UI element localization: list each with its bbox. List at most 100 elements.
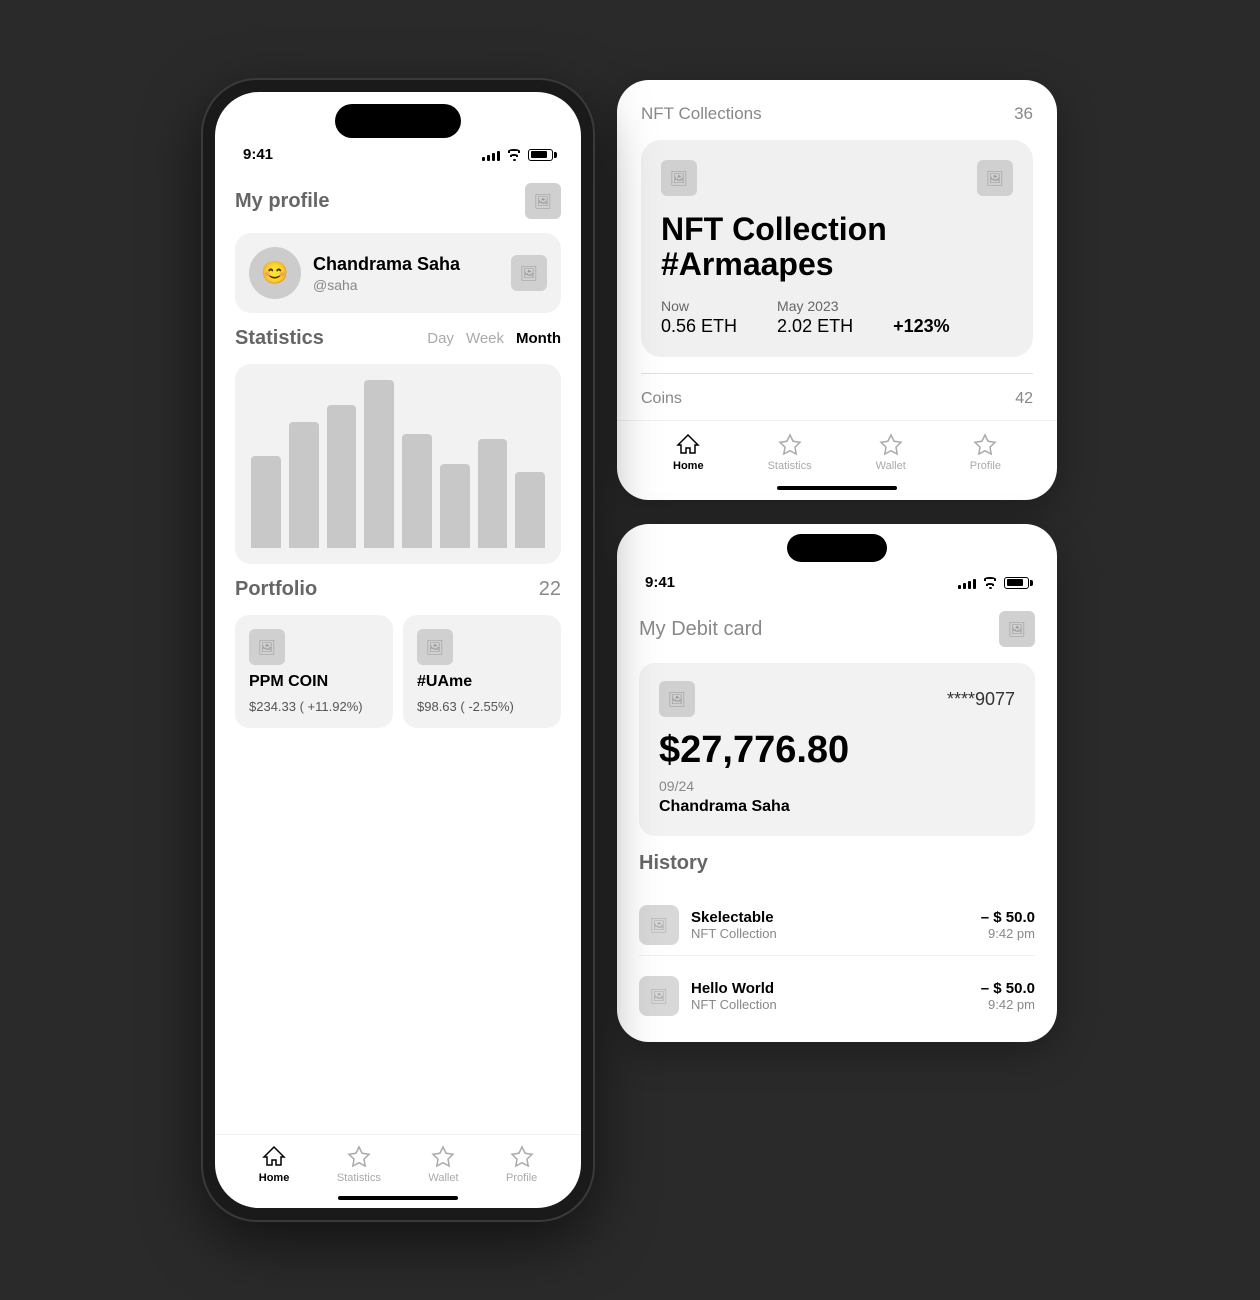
nft-nav-home[interactable]: Home	[673, 433, 704, 472]
nft-nav-profile[interactable]: Profile	[970, 433, 1001, 472]
portfolio-header: Portfolio 22	[235, 578, 561, 601]
nft-nav-home-label: Home	[673, 460, 704, 472]
portfolio-item-1[interactable]: 🖼 PPM COIN $234.33 ( +11.92%)	[235, 615, 393, 728]
battery-icon	[528, 149, 553, 161]
debit-screen-content: My Debit card 🖼 🖼 ****9077 $27,776.80 09…	[617, 595, 1057, 1042]
chart-bar-1	[251, 456, 281, 548]
price-change: +123%	[893, 316, 950, 337]
profile-card-img: 🖼	[511, 255, 547, 291]
price-may-value: 2.02 ETH	[777, 316, 853, 337]
nft-nav-wallet-label: Wallet	[876, 460, 906, 472]
history-item-2[interactable]: 🖼 Hello World NFT Collection – $ 50.0 9:…	[639, 966, 1035, 1026]
nft-nav-profile-label: Profile	[970, 460, 1001, 472]
history-type-2: NFT Collection	[691, 997, 969, 1012]
nav-profile[interactable]: Profile	[506, 1145, 537, 1184]
chart-bar-7	[478, 439, 508, 548]
debit-dynamic-island	[787, 534, 887, 562]
price-may-label: May 2023	[777, 298, 853, 314]
coins-count: 42	[1015, 390, 1033, 408]
filter-week-btn[interactable]: Week	[466, 330, 504, 347]
card-top: 🖼 ****9077	[659, 681, 1015, 717]
nft-nav-wallet[interactable]: Wallet	[876, 433, 906, 472]
portfolio-img-2: 🖼	[417, 629, 453, 665]
nav-wallet[interactable]: Wallet	[428, 1145, 458, 1184]
nft-price-row: Now 0.56 ETH May 2023 2.02 ETH +123%	[661, 298, 1013, 337]
portfolio-grid: 🖼 PPM COIN $234.33 ( +11.92%) 🖼 #UAme $9…	[235, 615, 561, 728]
chart-bar-4	[364, 380, 394, 548]
nav-home-label: Home	[259, 1172, 290, 1184]
filter-month-btn[interactable]: Month	[516, 330, 561, 347]
status-time: 9:41	[243, 146, 273, 163]
debit-panel: 9:41	[617, 524, 1057, 1042]
history-time-1: 9:42 pm	[981, 926, 1035, 941]
history-item-1[interactable]: 🖼 Skelectable NFT Collection – $ 50.0 9:…	[639, 895, 1035, 956]
debit-status-bar: 9:41	[617, 562, 1057, 595]
status-icons	[482, 149, 553, 161]
chart-bar-8	[515, 472, 545, 548]
history-list: 🖼 Skelectable NFT Collection – $ 50.0 9:…	[639, 895, 1035, 1026]
history-amount-2: – $ 50.0	[981, 980, 1035, 997]
debit-wifi-icon	[982, 577, 998, 589]
stats-title: Statistics	[235, 327, 324, 350]
card-number: ****9077	[947, 689, 1015, 710]
price-col-now: Now 0.56 ETH	[661, 298, 737, 337]
nav-home[interactable]: Home	[259, 1145, 290, 1184]
nft-panel-nav: Home Statistics Wallet	[617, 420, 1057, 478]
status-bar: 9:41	[215, 138, 581, 167]
nft-card[interactable]: 🖼 🖼 NFT Collection#Armaapes Now 0.56 ETH…	[641, 140, 1033, 357]
filter-day-btn[interactable]: Day	[427, 330, 454, 347]
chart-bar-3	[327, 405, 357, 548]
portfolio-img-1: 🖼	[249, 629, 285, 665]
debit-card-area[interactable]: 🖼 ****9077 $27,776.80 09/24 Chandrama Sa…	[639, 663, 1035, 836]
profile-header-img: 🖼	[525, 183, 561, 219]
price-col-may: May 2023 2.02 ETH	[777, 298, 853, 337]
nav-profile-label: Profile	[506, 1172, 537, 1184]
home-indicator	[338, 1196, 458, 1200]
portfolio-item-2[interactable]: 🖼 #UAme $98.63 ( -2.55%)	[403, 615, 561, 728]
main-phone: 9:41	[203, 80, 593, 1220]
profile-name: Chandrama Saha	[313, 254, 460, 275]
history-info-2: Hello World NFT Collection	[691, 980, 969, 1012]
stats-chart	[235, 364, 561, 564]
portfolio-title: Portfolio	[235, 578, 317, 601]
price-now-label: Now	[661, 298, 737, 314]
debit-header: My Debit card 🖼	[639, 611, 1035, 647]
nft-nav-statistics-label: Statistics	[768, 460, 812, 472]
coins-row: Coins 42	[641, 373, 1033, 420]
history-title: History	[639, 852, 1035, 875]
profile-card[interactable]: 😊 Chandrama Saha @saha 🖼	[235, 233, 561, 313]
chart-bar-5	[402, 434, 432, 548]
card-expiry: 09/24	[659, 778, 1015, 794]
history-name-1: Skelectable	[691, 909, 969, 926]
nft-img-right: 🖼	[977, 160, 1013, 196]
nft-img-left: 🖼	[661, 160, 697, 196]
nft-panel-header: NFT Collections 36	[641, 104, 1033, 124]
portfolio-count: 22	[539, 578, 561, 601]
history-img-1: 🖼	[639, 905, 679, 945]
nav-wallet-label: Wallet	[428, 1172, 458, 1184]
portfolio-name-2: #UAme	[417, 673, 547, 691]
debit-battery-icon	[1004, 577, 1029, 589]
card-balance: $27,776.80	[659, 729, 1015, 772]
nav-statistics[interactable]: Statistics	[337, 1145, 381, 1184]
profile-info: Chandrama Saha @saha	[313, 254, 460, 293]
screen-content: My profile 🖼 😊 Chandrama Saha @saha 🖼	[215, 167, 581, 1134]
debit-status-icons	[958, 577, 1029, 589]
portfolio-value-2: $98.63 ( -2.55%)	[417, 699, 547, 714]
nft-panel-title: NFT Collections	[641, 104, 762, 124]
nft-panel-home-indicator	[777, 486, 897, 490]
right-column: NFT Collections 36 🖼 🖼 NFT Collection#Ar…	[617, 80, 1057, 1042]
history-time-2: 9:42 pm	[981, 997, 1035, 1012]
card-img: 🖼	[659, 681, 695, 717]
history-amount-1: – $ 50.0	[981, 909, 1035, 926]
nav-statistics-label: Statistics	[337, 1172, 381, 1184]
nft-panel-count: 36	[1014, 104, 1033, 124]
nft-nav-statistics[interactable]: Statistics	[768, 433, 812, 472]
stats-filters: Day Week Month	[427, 330, 561, 347]
stats-header: Statistics Day Week Month	[235, 327, 561, 350]
phone-screen: 9:41	[215, 92, 581, 1208]
debit-header-img: 🖼	[999, 611, 1035, 647]
wifi-icon	[506, 149, 522, 161]
price-now-value: 0.56 ETH	[661, 316, 737, 337]
nft-panel: NFT Collections 36 🖼 🖼 NFT Collection#Ar…	[617, 80, 1057, 500]
